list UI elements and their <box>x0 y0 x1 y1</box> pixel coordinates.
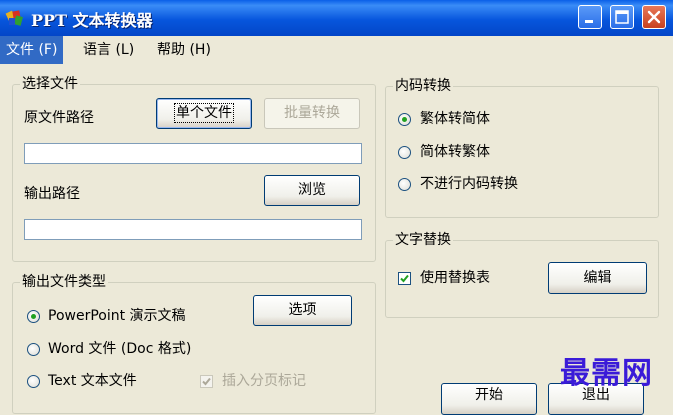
minimize-button[interactable] <box>578 5 602 29</box>
radio-no-conversion[interactable] <box>398 178 411 191</box>
close-button[interactable] <box>642 5 666 29</box>
maximize-button[interactable] <box>610 5 634 29</box>
radio-trad-to-simp-label: 繁体转简体 <box>420 111 490 127</box>
menu-language[interactable]: 语言 (L) <box>77 36 140 64</box>
menu-file[interactable]: 文件 (F) <box>0 36 64 64</box>
options-button[interactable]: 选项 <box>253 295 352 326</box>
menu-bar: 文件 (F) 语言 (L) 帮助 (H) <box>0 36 673 64</box>
checkmark-icon <box>400 274 409 283</box>
radio-word-label: Word 文件 (Doc 格式) <box>48 341 192 357</box>
radio-simp-to-trad-label: 简体转繁体 <box>420 144 490 160</box>
checkmark-icon <box>202 377 211 386</box>
radio-powerpoint[interactable] <box>27 310 40 323</box>
source-path-label: 原文件路径 <box>24 110 94 126</box>
radio-no-conversion-label: 不进行内码转换 <box>420 176 518 192</box>
radio-simp-to-trad[interactable] <box>398 146 411 159</box>
batch-convert-button[interactable]: 批量转换 <box>264 98 360 129</box>
encoding-legend: 内码转换 <box>393 76 453 96</box>
use-replace-table-checkbox[interactable] <box>398 272 411 285</box>
radio-trad-to-simp[interactable] <box>398 113 411 126</box>
single-file-button[interactable]: 单个文件 <box>156 98 252 129</box>
radio-word[interactable] <box>27 343 40 356</box>
title-bar[interactable]: PPT 文本转换器 <box>0 0 673 36</box>
close-icon <box>647 10 661 24</box>
radio-powerpoint-label: PowerPoint 演示文稿 <box>48 308 186 324</box>
menu-help[interactable]: 帮助 (H) <box>151 36 217 64</box>
maximize-icon <box>615 10 629 24</box>
radio-text-label: Text 文本文件 <box>48 373 137 389</box>
radio-text[interactable] <box>27 375 40 388</box>
minimize-icon <box>585 20 593 23</box>
output-type-legend: 输出文件类型 <box>20 272 108 292</box>
watermark-logo: 最需网 <box>560 356 653 391</box>
insert-page-break-checkbox[interactable] <box>200 375 213 388</box>
output-path-label: 输出路径 <box>24 186 80 202</box>
text-replace-legend: 文字替换 <box>393 230 453 250</box>
start-button[interactable]: 开始 <box>441 383 537 415</box>
insert-page-break-label: 插入分页标记 <box>222 373 306 389</box>
radio-selected-dot <box>31 314 36 319</box>
use-replace-table-label: 使用替换表 <box>420 270 490 286</box>
window-title: PPT 文本转换器 <box>31 11 153 30</box>
app-icon <box>5 10 23 26</box>
select-file-legend: 选择文件 <box>20 74 80 94</box>
edit-button[interactable]: 编辑 <box>548 262 647 294</box>
radio-selected-dot <box>402 117 407 122</box>
single-file-button-label: 单个文件 <box>174 103 234 123</box>
source-path-input[interactable] <box>24 143 362 164</box>
output-path-input[interactable] <box>24 219 362 240</box>
browse-button[interactable]: 浏览 <box>264 175 360 206</box>
